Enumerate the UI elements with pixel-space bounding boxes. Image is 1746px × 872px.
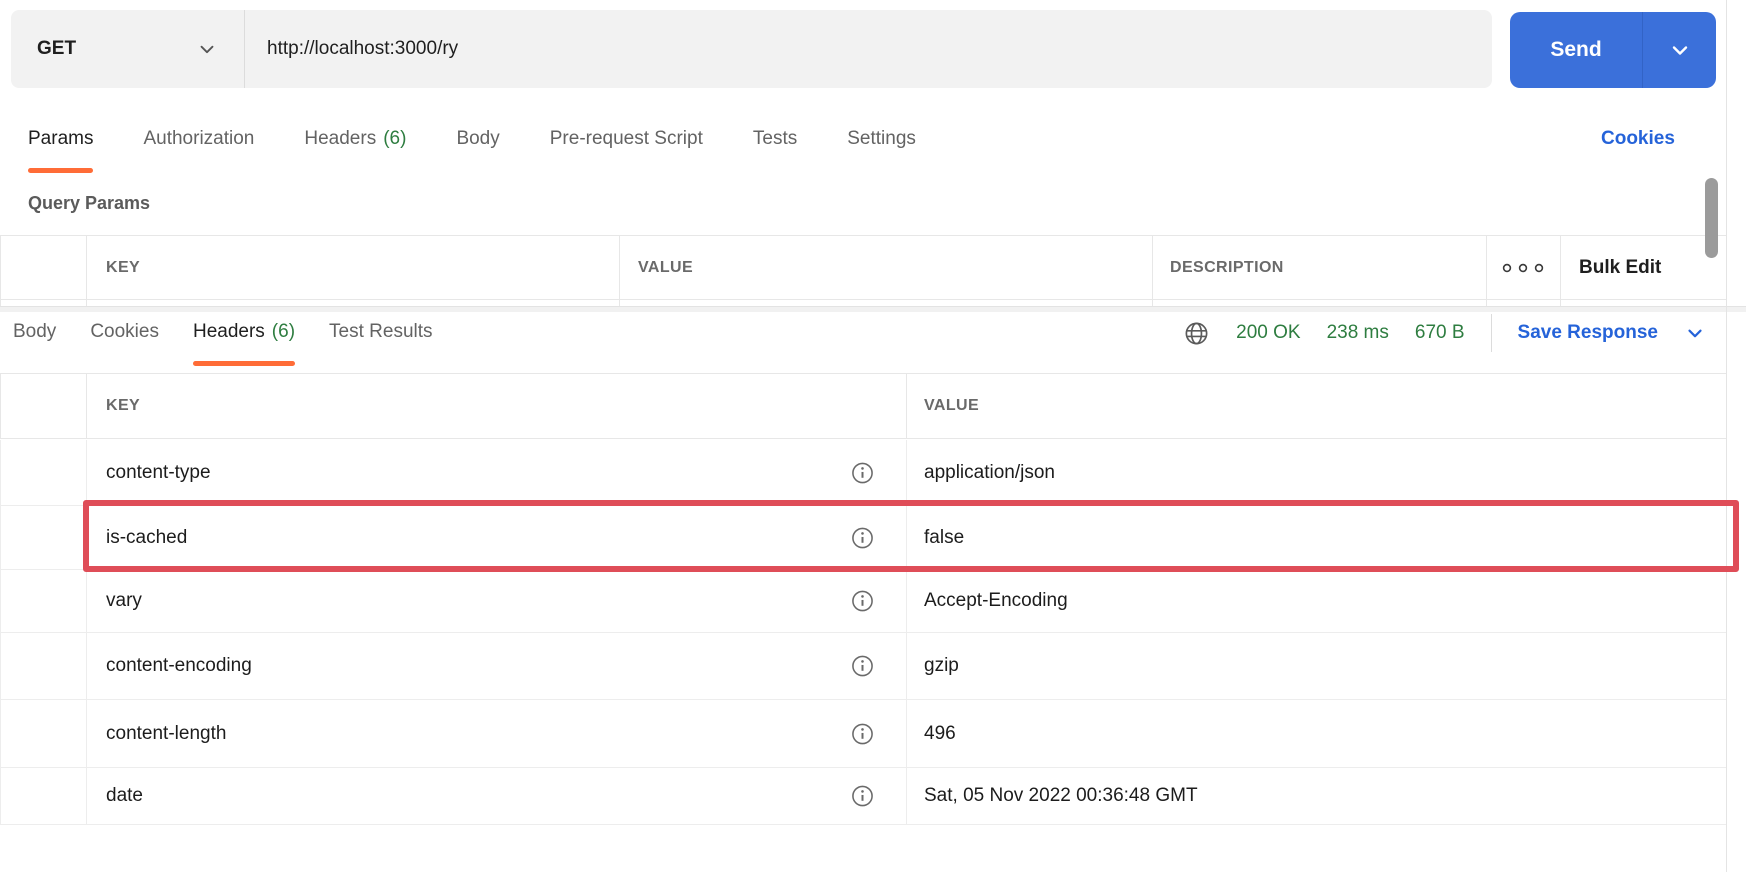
response-size: 670 B bbox=[1415, 322, 1465, 344]
tab-headers-count: (6) bbox=[383, 128, 406, 149]
tab-settings[interactable]: Settings bbox=[847, 126, 916, 152]
response-table-header-row: KEY VALUE bbox=[0, 373, 1726, 439]
row-value: Accept-Encoding bbox=[924, 590, 1068, 612]
info-icon[interactable] bbox=[850, 460, 875, 485]
query-params-title: Query Params bbox=[28, 193, 150, 214]
column-divider bbox=[86, 506, 87, 569]
save-response-button[interactable]: Save Response bbox=[1518, 322, 1658, 344]
query-value-header: VALUE bbox=[638, 259, 693, 277]
column-divider bbox=[906, 374, 907, 438]
tab-params[interactable]: Params bbox=[28, 126, 93, 152]
status-badge: 200 OK bbox=[1236, 322, 1300, 344]
divider bbox=[1491, 314, 1492, 352]
chevron-down-icon bbox=[1668, 38, 1692, 62]
row-key: content-encoding bbox=[106, 655, 252, 677]
column-divider bbox=[906, 768, 907, 824]
more-options-icon[interactable] bbox=[1499, 260, 1547, 276]
tab-test-results[interactable]: Test Results bbox=[329, 319, 432, 345]
column-divider bbox=[86, 570, 87, 632]
info-icon[interactable] bbox=[850, 589, 875, 614]
row-value: application/json bbox=[924, 462, 1055, 484]
table-row: content-encoding gzip bbox=[0, 633, 1726, 700]
app-window: GET http://localhost:3000/ry Send Params… bbox=[0, 0, 1746, 872]
tab-response-headers[interactable]: Headers(6) bbox=[193, 319, 295, 345]
column-divider bbox=[1152, 236, 1153, 299]
globe-icon[interactable] bbox=[1183, 320, 1210, 347]
info-icon[interactable] bbox=[850, 654, 875, 679]
tab-tests[interactable]: Tests bbox=[753, 126, 797, 152]
response-meta-bar: 200 OK 238 ms 670 B Save Response bbox=[1183, 313, 1706, 353]
column-divider bbox=[619, 236, 620, 299]
request-url-bar: GET http://localhost:3000/ry bbox=[11, 10, 1492, 88]
query-key-header: KEY bbox=[106, 259, 140, 277]
pane-divider[interactable] bbox=[0, 306, 1746, 312]
scrollbar-thumb[interactable] bbox=[1705, 178, 1718, 258]
chevron-down-icon bbox=[196, 38, 218, 60]
info-icon[interactable] bbox=[850, 525, 875, 550]
method-selector[interactable]: GET bbox=[11, 10, 245, 88]
column-divider bbox=[1486, 236, 1487, 299]
tab-pre-request-script[interactable]: Pre-request Script bbox=[550, 126, 703, 152]
response-value-header: VALUE bbox=[924, 397, 979, 415]
response-table-body: content-type application/json is-cached … bbox=[0, 440, 1726, 825]
tab-body[interactable]: Body bbox=[456, 126, 499, 152]
row-value: gzip bbox=[924, 655, 959, 677]
content-right-border bbox=[1726, 0, 1727, 872]
column-divider bbox=[86, 440, 87, 505]
row-key: date bbox=[106, 785, 143, 807]
row-value: 496 bbox=[924, 723, 956, 745]
column-divider bbox=[906, 570, 907, 632]
table-row: date Sat, 05 Nov 2022 00:36:48 GMT bbox=[0, 768, 1726, 825]
column-divider bbox=[86, 236, 87, 299]
column-divider bbox=[906, 633, 907, 699]
chevron-down-icon[interactable] bbox=[1684, 322, 1706, 344]
tab-headers[interactable]: Headers(6) bbox=[304, 126, 406, 152]
method-label: GET bbox=[37, 38, 76, 60]
query-params-header-row: KEY VALUE DESCRIPTION Bulk Edit bbox=[0, 235, 1726, 300]
send-button-label[interactable]: Send bbox=[1510, 12, 1643, 88]
table-row: content-type application/json bbox=[0, 440, 1726, 506]
response-key-header: KEY bbox=[106, 397, 140, 415]
table-row: content-length 496 bbox=[0, 700, 1726, 768]
request-tabs: Params Authorization Headers(6) Body Pre… bbox=[28, 126, 916, 152]
column-divider bbox=[906, 700, 907, 767]
tab-response-headers-count: (6) bbox=[272, 321, 295, 342]
column-divider bbox=[1560, 236, 1561, 299]
info-icon[interactable] bbox=[850, 721, 875, 746]
table-row: is-cached false bbox=[0, 506, 1726, 570]
column-divider bbox=[906, 440, 907, 505]
send-options-button[interactable] bbox=[1643, 12, 1716, 88]
cookies-link[interactable]: Cookies bbox=[1601, 128, 1675, 150]
row-value: false bbox=[924, 527, 964, 549]
response-tabs: Body Cookies Headers(6) Test Results bbox=[13, 319, 433, 345]
query-description-header: DESCRIPTION bbox=[1170, 259, 1284, 277]
table-row: vary Accept-Encoding bbox=[0, 570, 1726, 633]
row-key: is-cached bbox=[106, 527, 187, 549]
url-input[interactable]: http://localhost:3000/ry bbox=[245, 10, 1492, 88]
row-value: Sat, 05 Nov 2022 00:36:48 GMT bbox=[924, 785, 1198, 807]
row-key: content-type bbox=[106, 462, 211, 484]
send-button[interactable]: Send bbox=[1510, 12, 1716, 88]
column-divider bbox=[86, 700, 87, 767]
column-divider bbox=[86, 768, 87, 824]
column-divider bbox=[86, 374, 87, 438]
column-divider bbox=[906, 506, 907, 569]
column-divider bbox=[86, 633, 87, 699]
tab-authorization[interactable]: Authorization bbox=[143, 126, 254, 152]
response-time: 238 ms bbox=[1327, 322, 1389, 344]
tab-response-body[interactable]: Body bbox=[13, 319, 56, 345]
row-key: vary bbox=[106, 590, 142, 612]
bulk-edit-button[interactable]: Bulk Edit bbox=[1579, 257, 1661, 279]
info-icon[interactable] bbox=[850, 784, 875, 809]
row-key: content-length bbox=[106, 723, 226, 745]
tab-response-cookies[interactable]: Cookies bbox=[90, 319, 159, 345]
